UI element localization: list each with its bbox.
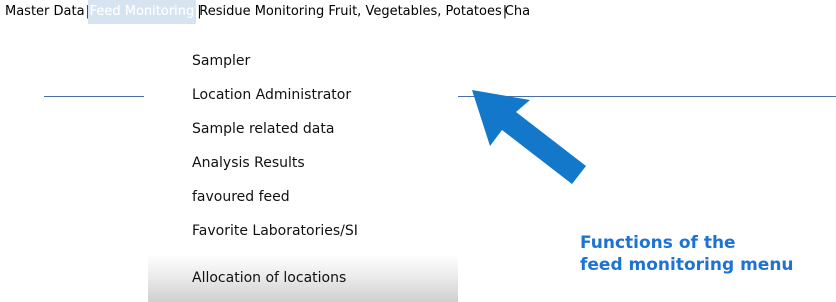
feed-monitoring-dropdown: Sampler Location Administrator Sample re… — [148, 44, 458, 302]
menu-item-location-administrator[interactable]: Location Administrator — [148, 78, 458, 112]
menu-separator: | — [86, 0, 90, 24]
menu-item-allocation-of-locations[interactable]: Allocation of locations — [148, 254, 458, 302]
menu-item-label: Favorite Laboratories/SI — [192, 223, 358, 239]
menu-feed-monitoring[interactable]: Feed Monitoring — [87, 0, 197, 24]
menu-item-label: Analysis Results — [192, 155, 305, 171]
top-menu-bar: Master Data|Feed Monitoring|Residue Moni… — [0, 0, 836, 24]
menu-item-favorite-laboratories[interactable]: Favorite Laboratories/SI — [148, 214, 458, 248]
screen: Master Data|Feed Monitoring|Residue Moni… — [0, 0, 836, 302]
caption-line-1: Functions of the — [580, 233, 736, 253]
menu-item-label: Sampler — [192, 53, 251, 69]
menu-item-sample-related-data[interactable]: Sample related data — [148, 112, 458, 146]
annotation-caption: Functions of the feed monitoring menu — [580, 232, 836, 276]
menu-separator: | — [197, 4, 202, 19]
menu-residue-monitoring[interactable]: Residue Monitoring Fruit, Vegetables, Po… — [199, 0, 502, 24]
menu-item-favoured-feed[interactable]: favoured feed — [148, 180, 458, 214]
menu-cha[interactable]: Cha — [505, 0, 530, 24]
menu-item-label: favoured feed — [192, 189, 290, 205]
menu-item-label: Sample related data — [192, 121, 335, 137]
menu-item-label: Location Administrator — [192, 87, 352, 103]
menu-master-data[interactable]: Master Data — [5, 0, 85, 24]
menu-separator: | — [502, 4, 508, 19]
arrow-shape — [472, 90, 586, 184]
menu-item-analysis-results[interactable]: Analysis Results — [148, 146, 458, 180]
caption-line-2: feed monitoring menu — [580, 255, 794, 275]
arrow-pointing-up-left-icon — [472, 90, 586, 184]
menu-item-label: Allocation of locations — [192, 270, 347, 286]
left-rule-line — [44, 96, 144, 97]
menu-item-sampler[interactable]: Sampler — [148, 44, 458, 78]
